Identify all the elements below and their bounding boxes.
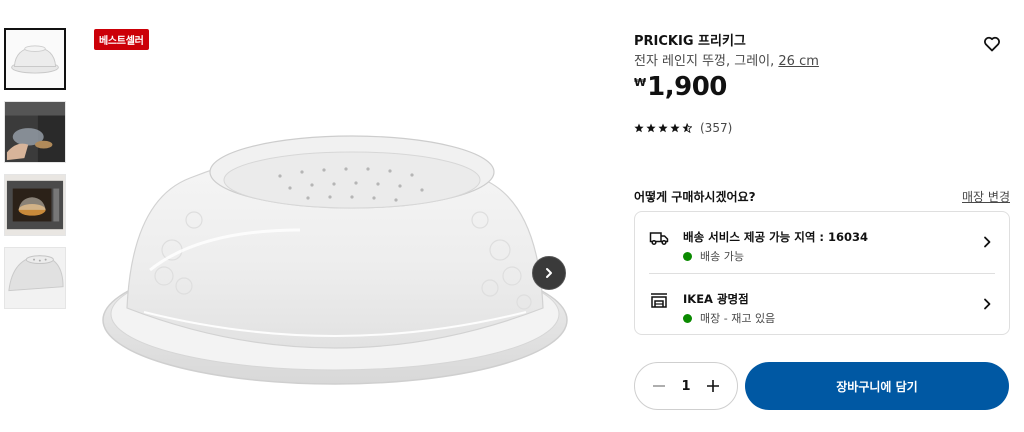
increase-quantity-button[interactable] [703, 376, 723, 396]
product-description: 전자 레인지 뚜껑, 그레이, 26 cm [634, 50, 819, 69]
store-title: IKEA 광명점 [683, 292, 749, 306]
quantity-value[interactable]: 1 [681, 379, 690, 394]
add-to-cart-button[interactable]: 장바구니에 담기 [745, 362, 1009, 410]
star-full-icon [670, 123, 680, 133]
delivery-availability-row[interactable]: 배송 서비스 제공 가능 지역 : 16034 배송 가능 [635, 212, 1009, 272]
thumbnail-lid-in-use[interactable] [4, 101, 66, 163]
microwave-lid-image [102, 135, 568, 385]
available-dot-icon [683, 251, 692, 261]
lid-in-use-thumbnail-icon [5, 102, 65, 162]
product-title: PRICKIG 프리키그 [634, 34, 746, 49]
product-price: ₩ 1,900 [634, 72, 727, 102]
delivery-title: 배송 서비스 제공 가능 지역 : 16034 [683, 230, 869, 244]
review-count: (357) [700, 121, 733, 135]
currency-symbol: ₩ [634, 76, 647, 89]
purchase-question: 어떻게 구매하시겠어요? [634, 190, 756, 204]
availability-box: 배송 서비스 제공 가능 지역 : 16034 배송 가능 IKEA 광명점 매… [634, 211, 1010, 335]
thumbnail-lid-product[interactable] [4, 28, 66, 90]
product-rating[interactable]: (357) [634, 121, 732, 135]
star-half-icon [682, 123, 692, 133]
delivery-status: 배송 가능 [683, 248, 744, 264]
lid-product-thumbnail-icon [6, 30, 64, 88]
store-status-text: 매장 - 재고 있음 [700, 312, 776, 325]
bestseller-badge: 베스트셀러 [94, 29, 149, 50]
star-full-icon [658, 123, 668, 133]
lid-in-oven-thumbnail-icon [5, 175, 65, 235]
thumbnail-lid-in-oven[interactable] [4, 174, 66, 236]
truck-icon [649, 228, 669, 248]
favorite-button[interactable] [982, 34, 1002, 54]
quantity-stepper: 1 [634, 362, 738, 410]
delivery-status-text: 배송 가능 [700, 250, 744, 263]
next-image-button[interactable] [532, 256, 566, 290]
chevron-right-icon [981, 296, 993, 310]
store-icon [649, 290, 669, 310]
chevron-right-icon [546, 268, 552, 278]
heart-icon [984, 36, 1000, 52]
product-description-text: 전자 레인지 뚜껑, 그레이, [634, 54, 775, 69]
price-amount: 1,900 [647, 72, 727, 102]
store-availability-row[interactable]: IKEA 광명점 매장 - 재고 있음 [635, 274, 1009, 334]
star-full-icon [646, 123, 656, 133]
decrease-quantity-button[interactable] [649, 376, 669, 396]
rating-stars [634, 123, 692, 133]
chevron-right-icon [981, 234, 993, 248]
product-size-link[interactable]: 26 cm [778, 54, 819, 69]
change-store-link[interactable]: 매장 변경 [962, 188, 1010, 205]
star-full-icon [634, 123, 644, 133]
plus-icon [706, 380, 719, 392]
in-stock-dot-icon [683, 313, 692, 323]
main-product-image [80, 80, 590, 420]
thumbnail-lid-closeup[interactable] [4, 247, 66, 309]
minus-icon [653, 385, 665, 387]
store-status: 매장 - 재고 있음 [683, 310, 775, 326]
thumbnail-list [4, 28, 68, 320]
lid-closeup-thumbnail-icon [5, 248, 65, 308]
